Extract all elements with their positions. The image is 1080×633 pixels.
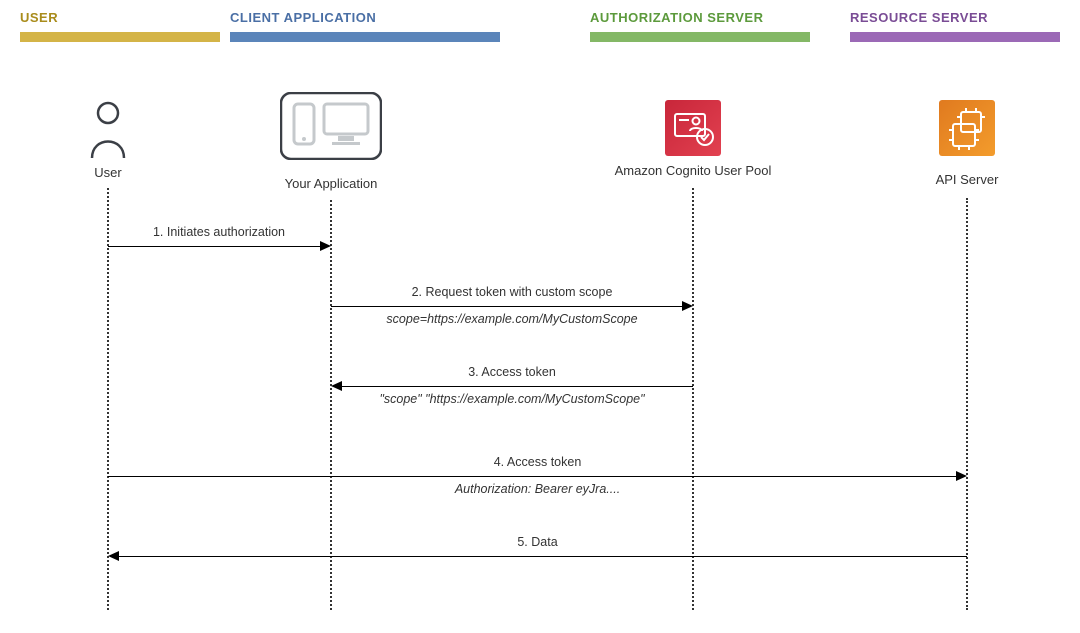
col-bar-res <box>850 32 1060 42</box>
msg3-arrow <box>341 386 693 387</box>
msg2-sub: scope=https://example.com/MyCustomScope <box>331 312 693 326</box>
node-label-user: User <box>8 165 208 180</box>
msg5-label: 5. Data <box>108 535 967 549</box>
col-header-res: RESOURCE SERVER <box>850 10 988 25</box>
msg2-arrow-head <box>682 301 693 311</box>
msg1-label: 1. Initiates authorization <box>108 225 330 239</box>
col-bar-auth <box>590 32 810 42</box>
msg1-arrow <box>108 246 321 247</box>
cognito-icon <box>665 100 721 156</box>
col-header-client: CLIENT APPLICATION <box>230 10 376 25</box>
col-header-user: USER <box>20 10 58 25</box>
msg4-label: 4. Access token <box>108 455 967 469</box>
msg4-arrow <box>108 476 957 477</box>
node-label-client: Your Application <box>231 176 431 191</box>
msg2-label: 2. Request token with custom scope <box>331 285 693 299</box>
msg5-arrow <box>118 556 967 557</box>
col-bar-client <box>230 32 500 42</box>
devices-icon <box>280 92 382 160</box>
col-bar-user <box>20 32 220 42</box>
user-icon <box>88 100 128 160</box>
msg3-sub: "scope" "https://example.com/MyCustomSco… <box>331 392 693 406</box>
api-server-icon <box>939 100 995 156</box>
msg4-arrow-head <box>956 471 967 481</box>
col-header-auth: AUTHORIZATION SERVER <box>590 10 763 25</box>
node-label-res: API Server <box>867 172 1067 187</box>
msg3-arrow-head <box>331 381 342 391</box>
msg3-label: 3. Access token <box>331 365 693 379</box>
msg2-arrow <box>331 306 683 307</box>
msg4-sub: Authorization: Bearer eyJra.... <box>108 482 967 496</box>
node-label-auth: Amazon Cognito User Pool <box>593 163 793 178</box>
msg1-arrow-head <box>320 241 331 251</box>
msg5-arrow-head <box>108 551 119 561</box>
